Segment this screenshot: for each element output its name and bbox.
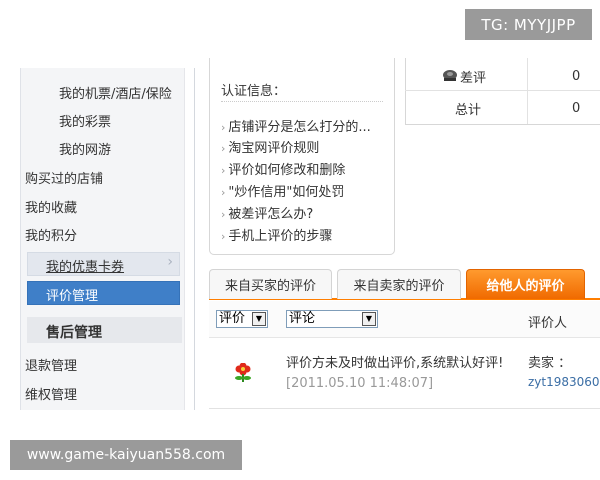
sidebar-section-title: 售后管理	[46, 325, 102, 341]
sidebar-item-coupons[interactable]: 我的优惠卡券 ›	[27, 252, 180, 276]
stats-row-divider	[405, 90, 600, 91]
comment-filter-select[interactable]: 评论 ▼	[286, 310, 378, 328]
info-link-speculation[interactable]: › "炒作信用"如何处罚	[221, 181, 344, 200]
sidebar-item-coupons-label: 我的优惠卡券	[46, 260, 125, 275]
review-content: 评价方未及时做出评价,系统默认好评!	[286, 356, 504, 371]
sidebar-item-flights[interactable]: 我的机票/酒店/保险	[59, 83, 172, 102]
sidebar-item-favorites[interactable]: 我的收藏	[25, 197, 77, 216]
watermark-bottom: www.game-kaiyuan558.com	[10, 440, 242, 470]
chevron-right-icon: ›	[167, 254, 173, 270]
arrow-right-icon: ›	[221, 164, 226, 177]
arrow-right-icon: ›	[221, 230, 226, 243]
column-header-evaluator: 评价人	[528, 316, 568, 331]
sidebar-item-disputes[interactable]: 维权管理	[25, 384, 77, 403]
sidebar-item-refunds[interactable]: 退款管理	[25, 355, 77, 374]
sidebar-item-points[interactable]: 我的积分	[25, 225, 77, 244]
sidebar-item-shops[interactable]: 购买过的店铺	[25, 168, 103, 187]
rating-filter-value: 评价	[219, 311, 246, 326]
sidebar-section-after-sales: 售后管理	[27, 317, 182, 343]
rating-stats-table	[405, 58, 600, 125]
review-timestamp: [2011.05.10 11:48:07]	[286, 376, 434, 391]
comment-filter-value: 评论	[289, 311, 316, 326]
arrow-right-icon: ›	[221, 121, 226, 134]
watermark-top: TG: MYYJJPP	[465, 9, 592, 40]
good-review-flower-icon	[235, 363, 251, 382]
arrow-right-icon: ›	[221, 208, 226, 221]
bad-review-icon	[443, 70, 457, 81]
arrow-right-icon: ›	[221, 142, 226, 155]
info-link-label: 手机上评价的步骤	[228, 229, 333, 244]
tab-from-sellers[interactable]: 来自卖家的评价	[337, 269, 461, 299]
tab-to-others[interactable]: 给他人的评价	[466, 269, 585, 299]
sidebar-item-games[interactable]: 我的网游	[59, 139, 111, 158]
column-divider	[194, 68, 195, 410]
info-link-rules[interactable]: › 淘宝网评价规则	[221, 137, 319, 156]
info-link-mobile-steps[interactable]: › 手机上评价的步骤	[221, 225, 332, 244]
dropdown-arrow-icon: ▼	[362, 312, 376, 326]
seller-name-link[interactable]: zyt1983060	[528, 375, 600, 389]
info-link-shop-rating[interactable]: › 店铺评分是怎么打分的...	[221, 116, 371, 135]
seller-label: 卖家 ：	[528, 356, 572, 371]
dropdown-arrow-icon: ▼	[252, 312, 266, 326]
tab-from-buyers[interactable]: 来自买家的评价	[209, 269, 332, 299]
info-divider	[221, 101, 383, 102]
arrow-right-icon: ›	[221, 186, 226, 199]
info-link-label: 评价如何修改和删除	[228, 163, 346, 178]
sidebar-item-lottery[interactable]: 我的彩票	[59, 111, 111, 130]
info-link-edit-delete[interactable]: › 评价如何修改和删除	[221, 159, 345, 178]
stats-bad-value: 0	[572, 69, 581, 84]
rating-filter-select[interactable]: 评价 ▼	[216, 310, 268, 328]
stats-col-divider	[527, 58, 528, 124]
sidebar-item-review-management-label: 评价管理	[46, 289, 99, 304]
info-link-label: 被差评怎么办?	[228, 207, 314, 222]
info-link-label: 店铺评分是怎么打分的...	[228, 120, 371, 135]
info-link-bad-review[interactable]: › 被差评怎么办?	[221, 203, 313, 222]
info-link-label: "炒作信用"如何处罚	[228, 185, 345, 200]
row-divider	[209, 408, 600, 409]
stats-bad-label: 差评	[460, 71, 487, 86]
sidebar-border	[20, 68, 21, 410]
sidebar-item-review-management[interactable]: 评价管理	[27, 281, 180, 305]
info-link-label: 淘宝网评价规则	[228, 141, 320, 156]
info-title: 认证信息：	[221, 84, 287, 99]
stats-total-value: 0	[572, 101, 581, 116]
stats-total-label: 总计	[455, 103, 482, 118]
